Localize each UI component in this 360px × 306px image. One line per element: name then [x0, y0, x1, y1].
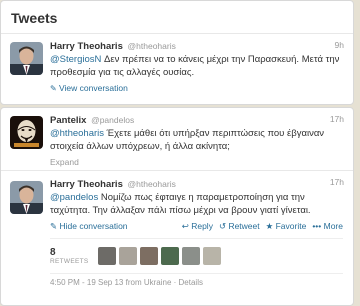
- tweet-meta: 4:50 PM - 19 Sep 13 from Ukraine · Detai…: [50, 278, 203, 287]
- tweet-text: @StergiosN Δεν πρέπει να το κάνεις μέχρι…: [50, 54, 343, 79]
- retweet-label: RETWEETS: [50, 258, 89, 265]
- tweet-text: @htheoharis Έχετε μάθει ότι υπήρξαν περι…: [50, 128, 343, 153]
- retweeter-avatar[interactable]: [98, 247, 116, 265]
- star-icon: ★: [265, 220, 276, 231]
- retweet-stats: 8 RETWEETS: [50, 239, 343, 273]
- author-name[interactable]: Pantelix: [50, 115, 86, 126]
- tweet-item[interactable]: Pantelix @pandelos 17h @htheoharis Έχετε…: [1, 108, 353, 171]
- tweet-timestamp: 4:50 PM - 19 Sep 13 from Ukraine: [50, 278, 172, 287]
- retweeter-avatar[interactable]: [161, 247, 179, 265]
- more-icon: •••: [312, 220, 324, 231]
- tweets-header: Tweets: [1, 1, 353, 34]
- favorite-button[interactable]: ★ Favorite: [266, 221, 307, 232]
- avatar[interactable]: [10, 42, 43, 75]
- retweeter-avatar[interactable]: [182, 247, 200, 265]
- tweet-item-expanded[interactable]: Harry Theoharis @htheoharis 17h @pandelo…: [1, 171, 353, 305]
- reply-icon: ↩: [181, 220, 192, 231]
- retweeter-avatars: [98, 247, 221, 265]
- page-title: Tweets: [11, 10, 58, 26]
- tweet-time[interactable]: 17h: [330, 177, 344, 187]
- author-name[interactable]: Harry Theoharis: [50, 179, 123, 190]
- avatar[interactable]: [10, 181, 43, 214]
- divider: [50, 273, 343, 274]
- retweeter-avatar[interactable]: [203, 247, 221, 265]
- retweet-number: 8: [50, 247, 56, 258]
- retweeter-avatar[interactable]: [140, 247, 158, 265]
- tweet-text: @pandelos Νομίζω πως έφταιγε η παραμετρο…: [50, 192, 343, 217]
- author-handle: @htheoharis: [127, 179, 176, 189]
- avatar[interactable]: [10, 116, 43, 149]
- retweet-count[interactable]: 8 RETWEETS: [50, 247, 98, 265]
- reply-button[interactable]: ↩ Reply: [182, 221, 213, 232]
- tweet-actions: ✎ Hide conversation ↩ Reply ↺ Retweet ★ …: [50, 220, 343, 232]
- conversation-icon: ✎: [50, 84, 57, 93]
- view-conversation-button[interactable]: ✎ View conversation: [50, 82, 343, 94]
- tweet-time[interactable]: 17h: [330, 114, 344, 124]
- expand-button[interactable]: Expand: [50, 156, 343, 168]
- tweets-panel-conversation: Pantelix @pandelos 17h @htheoharis Έχετε…: [0, 107, 354, 306]
- author-name[interactable]: Harry Theoharis: [50, 41, 123, 52]
- retweet-button[interactable]: ↺ Retweet: [219, 221, 260, 232]
- view-conversation-label: View conversation: [59, 83, 128, 93]
- author-handle: @pandelos: [91, 115, 135, 125]
- retweeter-avatar[interactable]: [119, 247, 137, 265]
- author-handle: @htheoharis: [127, 41, 176, 51]
- tweets-panel-top: Tweets Harry Theoharis @htheoharis 9h @S…: [0, 0, 354, 105]
- tweet-time[interactable]: 9h: [335, 40, 344, 50]
- mention-link[interactable]: @StergiosN: [50, 54, 101, 65]
- more-button[interactable]: ••• More: [312, 221, 343, 232]
- hide-conversation-button[interactable]: ✎ Hide conversation: [50, 221, 128, 232]
- mention-link[interactable]: @pandelos: [50, 192, 98, 203]
- mention-link[interactable]: @htheoharis: [50, 128, 104, 139]
- tweet-item[interactable]: Harry Theoharis @htheoharis 9h @Stergios…: [1, 34, 353, 98]
- details-link[interactable]: Details: [179, 278, 203, 287]
- retweet-icon: ↺: [218, 220, 229, 231]
